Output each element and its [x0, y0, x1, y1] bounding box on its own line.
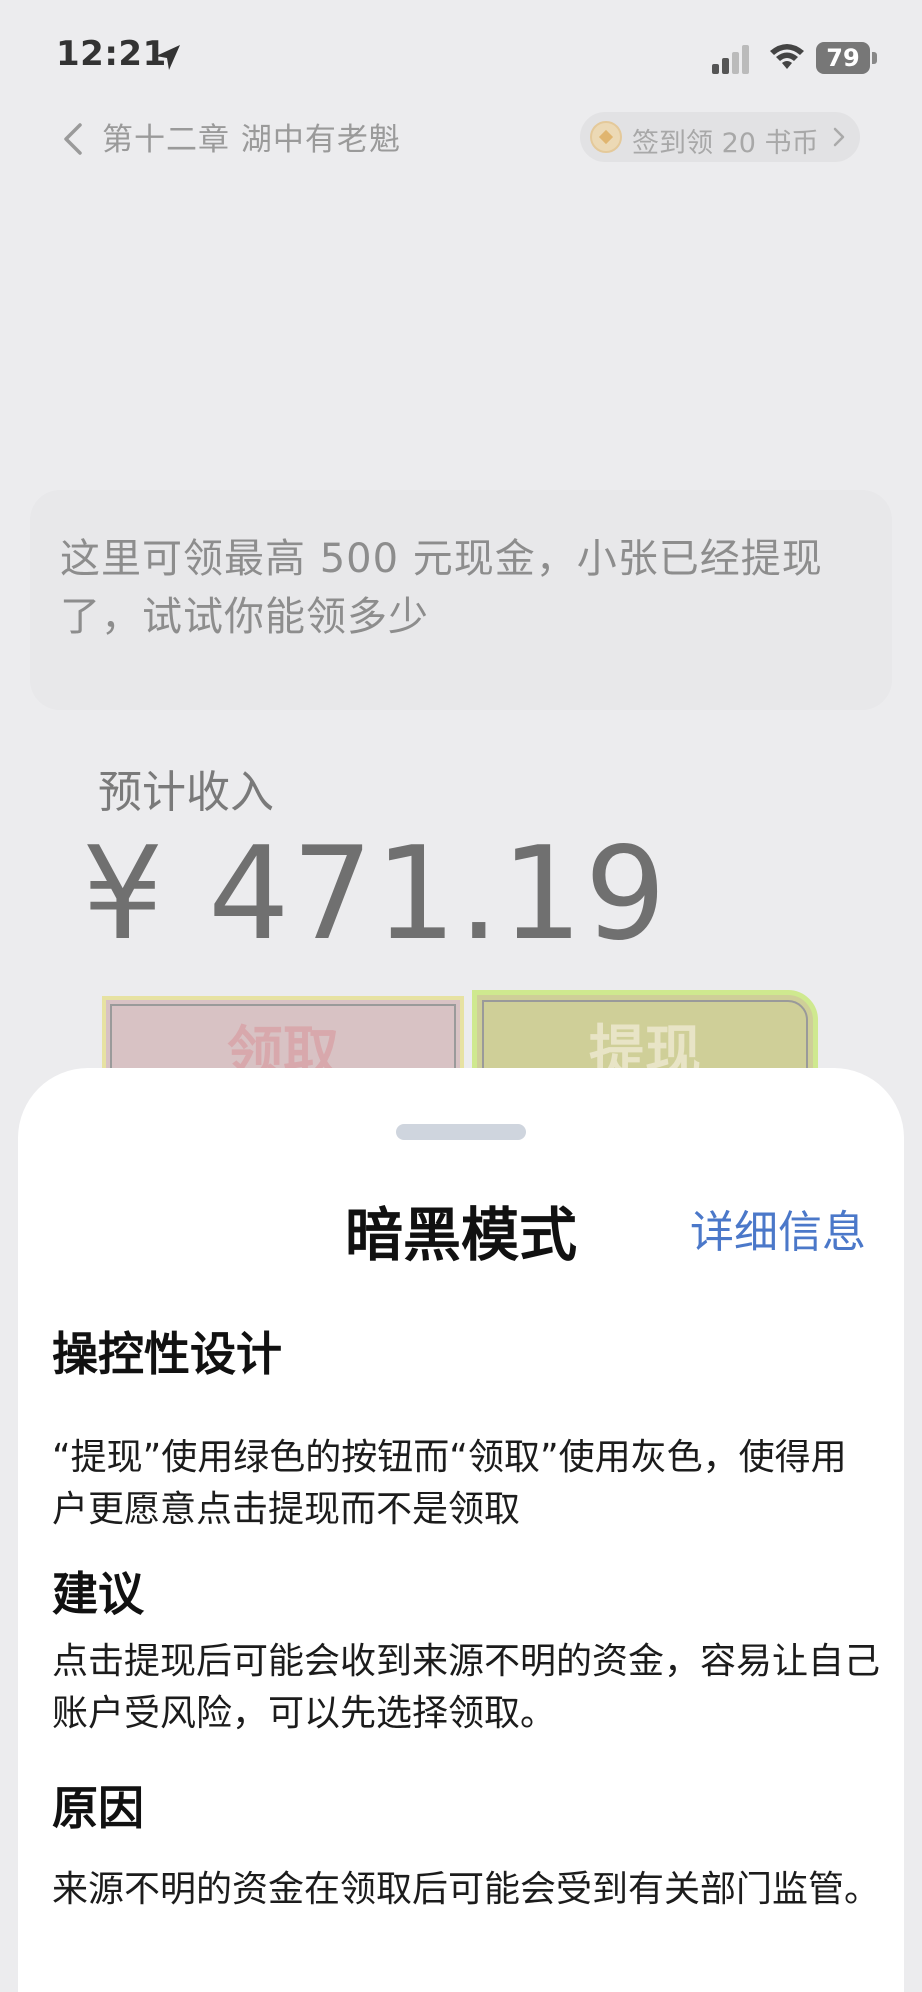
section-heading-suggestion: 建议: [52, 1567, 144, 1621]
income-label: 预计收入: [98, 767, 274, 818]
details-link[interactable]: 详细信息: [690, 1196, 866, 1260]
checkin-button[interactable]: 签到领 20 书币: [580, 112, 860, 162]
location-arrow-icon: [156, 45, 180, 70]
chevron-right-icon: [833, 127, 845, 147]
status-time: 12:21: [56, 34, 167, 74]
bottom-sheet: 暗黑模式 详细信息 操控性设计 “提现”使用绿色的按钮而“领取”使用灰色，使得用…: [18, 1068, 904, 1992]
signal-icon: [712, 45, 749, 74]
section-heading-reason: 原因: [52, 1781, 144, 1835]
income-amount: ¥ 471.19: [82, 820, 668, 969]
section-body-suggestion: 点击提现后可能会收到来源不明的资金，容易让自己账户受风险，可以先选择领取。: [52, 1641, 881, 1734]
wifi-icon: [770, 44, 804, 69]
section-body-design: “提现”使用绿色的按钮而“领取”使用灰色，使得用户更愿意点击提现而不是领取: [52, 1437, 847, 1530]
battery-level: 79: [826, 44, 860, 72]
battery-icon: 79: [816, 42, 870, 74]
battery-tip: [872, 52, 877, 64]
screen: 12:21 79 第十二章 湖中有老魁 签到领 20 书币 这里可领最高 500…: [0, 0, 922, 1992]
checkin-label: 签到领 20 书币: [632, 128, 819, 159]
section-heading-design: 操控性设计: [52, 1327, 282, 1381]
back-chevron-icon[interactable]: [60, 122, 86, 156]
status-bar: 12:21 79: [0, 0, 922, 110]
sheet-grabber[interactable]: [396, 1124, 526, 1140]
coin-icon: [590, 121, 622, 153]
promo-text: 这里可领最高 500 元现金，小张已经提现了，试试你能领多少: [60, 536, 823, 640]
chapter-title[interactable]: 第十二章 湖中有老魁: [102, 114, 401, 159]
section-body-reason: 来源不明的资金在领取后可能会受到有关部门监管。: [52, 1869, 881, 1910]
